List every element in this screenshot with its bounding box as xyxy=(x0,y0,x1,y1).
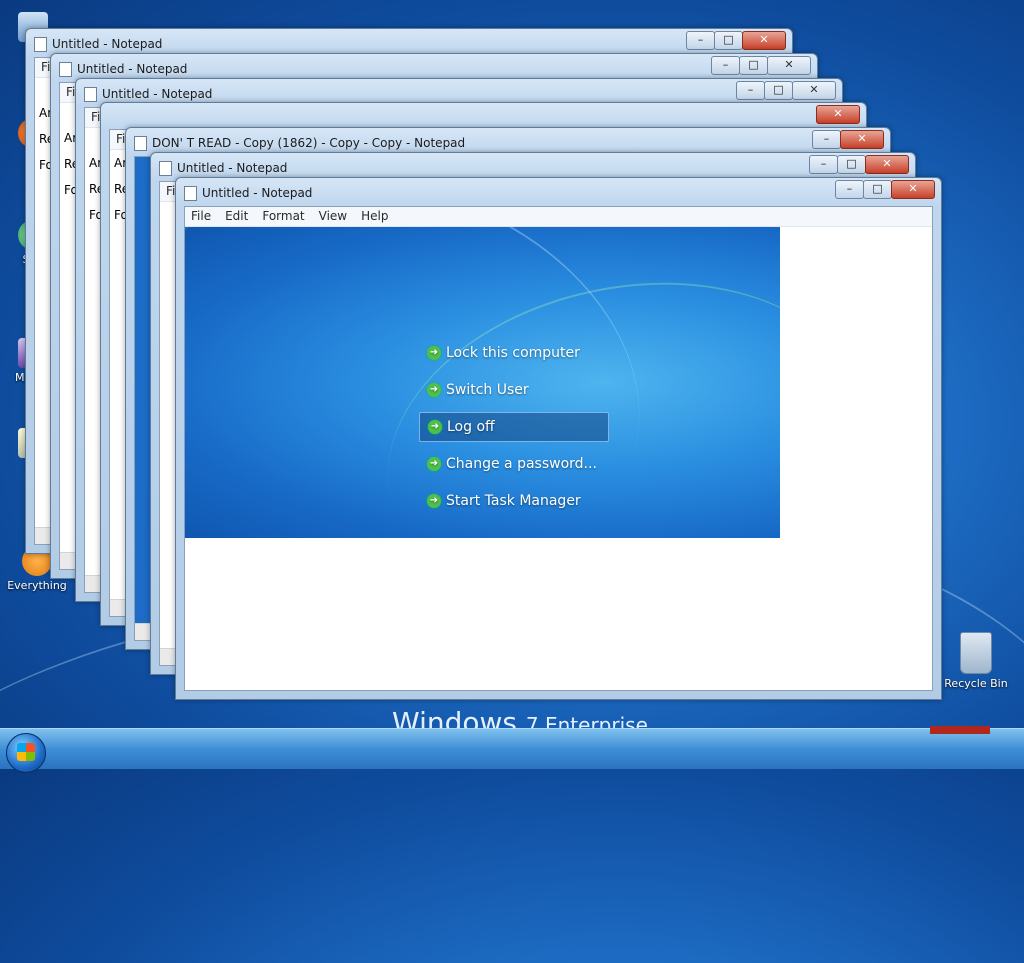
menu-edit[interactable]: Edit xyxy=(219,207,256,226)
close-icon: ✕ xyxy=(857,132,867,145)
window-title: DON' T READ - Copy (1862) - Copy - Copy … xyxy=(152,136,466,150)
tray-indicator xyxy=(930,726,990,734)
close-icon: ✕ xyxy=(784,58,794,71)
desktop-icon-label: Recycle Bin xyxy=(944,677,1008,690)
close-button[interactable]: ✕ xyxy=(865,155,909,174)
close-icon: ✕ xyxy=(833,107,843,120)
menu-bar: File Edit Format View Help xyxy=(185,207,932,227)
minimize-button[interactable]: – xyxy=(812,130,841,149)
taskbar xyxy=(0,728,1024,773)
desktop-icon-recycle-bin[interactable]: Recycle Bin xyxy=(944,632,1008,690)
window-title: Untitled - Notepad xyxy=(52,37,163,51)
minimize-button[interactable]: – xyxy=(736,81,765,100)
menu-file[interactable]: File xyxy=(185,207,219,226)
option-change-password[interactable]: ➜ Change a password... xyxy=(419,450,607,478)
menu-help[interactable]: Help xyxy=(355,207,396,226)
window-client[interactable]: File Edit Format View Help ➜ Lock this co… xyxy=(184,206,933,691)
title-bar[interactable]: Untitled - Notepad – □ ✕ xyxy=(176,178,941,206)
close-icon: ✕ xyxy=(759,33,769,46)
window-title: Untitled - Notepad xyxy=(202,186,313,200)
arrow-right-icon: ➜ xyxy=(427,494,441,508)
maximize-icon: □ xyxy=(846,157,857,170)
notepad-window-active[interactable]: Untitled - Notepad – □ ✕ File Edit Forma… xyxy=(175,177,942,700)
close-button[interactable]: ✕ xyxy=(792,81,836,100)
maximize-icon: □ xyxy=(723,33,734,46)
start-button[interactable] xyxy=(6,733,46,773)
maximize-icon: □ xyxy=(748,58,759,71)
maximize-button[interactable]: □ xyxy=(714,31,743,50)
maximize-button[interactable]: □ xyxy=(837,155,866,174)
arrow-right-icon: ➜ xyxy=(427,383,441,397)
maximize-button[interactable]: □ xyxy=(764,81,793,100)
option-label: Start Task Manager xyxy=(446,493,581,509)
option-log-off[interactable]: ➜ Log off xyxy=(419,412,609,442)
minimize-icon: – xyxy=(823,132,830,145)
option-label: Switch User xyxy=(446,382,529,398)
notepad-icon xyxy=(134,136,147,151)
windows-logo-icon xyxy=(17,743,35,761)
notepad-icon xyxy=(59,62,72,77)
close-button[interactable]: ✕ xyxy=(742,31,786,50)
close-icon: ✕ xyxy=(809,83,819,96)
close-button[interactable]: ✕ xyxy=(891,180,935,199)
close-icon: ✕ xyxy=(908,182,918,195)
notepad-icon xyxy=(159,161,172,176)
minimize-button[interactable]: – xyxy=(711,56,740,75)
minimize-icon: – xyxy=(722,58,729,71)
option-start-task-manager[interactable]: ➜ Start Task Manager xyxy=(419,487,607,515)
close-button[interactable]: ✕ xyxy=(767,56,811,75)
close-button[interactable]: ✕ xyxy=(816,105,860,124)
menu-format[interactable]: Format xyxy=(256,207,312,226)
option-label: Lock this computer xyxy=(446,345,580,361)
notepad-icon xyxy=(84,87,97,102)
option-lock-computer[interactable]: ➜ Lock this computer xyxy=(419,339,607,367)
option-label: Log off xyxy=(447,419,495,435)
notepad-icon xyxy=(34,37,47,52)
window-title: Untitled - Notepad xyxy=(177,161,288,175)
window-title: Untitled - Notepad xyxy=(102,87,213,101)
arrow-right-icon: ➜ xyxy=(427,457,441,471)
maximize-icon: □ xyxy=(773,83,784,96)
minimize-button[interactable]: – xyxy=(835,180,864,199)
close-icon: ✕ xyxy=(882,157,892,170)
minimize-button[interactable]: – xyxy=(809,155,838,174)
option-switch-user[interactable]: ➜ Switch User xyxy=(419,376,607,404)
recycle-bin-icon xyxy=(960,632,992,674)
maximize-icon: □ xyxy=(872,182,883,195)
notepad-icon xyxy=(184,186,197,201)
desktop-icon-label: Everything xyxy=(7,579,67,592)
minimize-icon: – xyxy=(846,182,853,195)
maximize-button[interactable]: □ xyxy=(739,56,768,75)
option-label: Change a password... xyxy=(446,456,597,472)
arrow-right-icon: ➜ xyxy=(427,346,441,360)
close-button[interactable]: ✕ xyxy=(840,130,884,149)
minimize-icon: – xyxy=(820,157,827,170)
window-title: Untitled - Notepad xyxy=(77,62,188,76)
maximize-button[interactable]: □ xyxy=(863,180,892,199)
minimize-button[interactable]: – xyxy=(686,31,715,50)
minimize-icon: – xyxy=(747,83,754,96)
security-options-screen: ➜ Lock this computer ➜ Switch User ➜ Log of… xyxy=(185,227,780,538)
arrow-right-icon: ➜ xyxy=(428,420,442,434)
minimize-icon: – xyxy=(697,33,704,46)
menu-view[interactable]: View xyxy=(313,207,355,226)
